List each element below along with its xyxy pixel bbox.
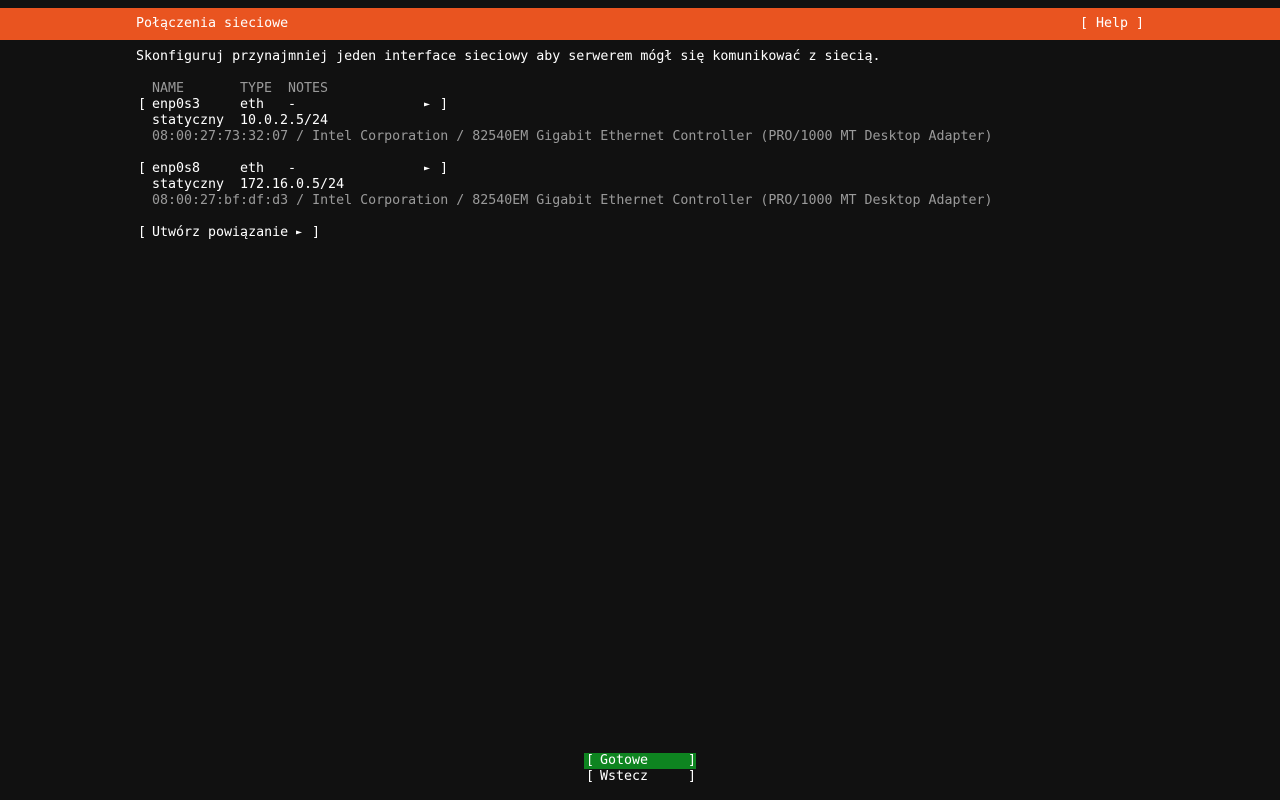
button-close-bracket: ] [688, 753, 697, 768]
row-close-bracket: ] [440, 97, 449, 112]
row-close-bracket: ] [440, 161, 449, 176]
interface-details: 08:00:27:73:32:07 / Intel Corporation / … [152, 129, 993, 144]
interface-address-row: statyczny 10.0.2.5/24 [136, 113, 536, 129]
table-header: NAME TYPE NOTES [136, 81, 536, 97]
help-button[interactable]: [ Help ] [1080, 16, 1144, 32]
create-bond-arrow-icon: ► [296, 227, 303, 238]
button-open-bracket: [ [138, 225, 147, 240]
button-open-bracket: [ [586, 769, 595, 784]
column-header-type: TYPE [240, 81, 273, 96]
top-strip [0, 0, 1280, 8]
interface-address-row: statyczny 172.16.0.5/24 [136, 177, 536, 193]
create-bond-button[interactable]: [ Utwórz powiązanie ► ] [136, 225, 326, 241]
done-label: Gotowe [600, 753, 649, 768]
page-title: Połączenia sieciowe [136, 16, 289, 31]
interface-row-enp0s8[interactable]: [ enp0s8 eth - ► ] [136, 161, 456, 177]
create-bond-label: Utwórz powiązanie [152, 225, 289, 240]
button-close-bracket: ] [312, 225, 321, 240]
interface-address: 10.0.2.5/24 [240, 113, 329, 128]
interface-type: eth [240, 97, 265, 112]
interface-mode: statyczny [152, 113, 225, 128]
button-open-bracket: [ [586, 753, 595, 768]
interface-row-enp0s3[interactable]: [ enp0s3 eth - ► ] [136, 97, 456, 113]
interface-address: 172.16.0.5/24 [240, 177, 345, 192]
interface-name: enp0s3 [152, 97, 201, 112]
interface-notes: - [288, 97, 297, 112]
expand-arrow-icon: ► [424, 99, 431, 110]
done-button[interactable]: [ Gotowe ] [584, 753, 696, 769]
row-open-bracket: [ [138, 97, 147, 112]
expand-arrow-icon: ► [424, 163, 431, 174]
interface-name: enp0s8 [152, 161, 201, 176]
back-label: Wstecz [600, 769, 649, 784]
instructions-text: Skonfiguruj przynajmniej jeden interface… [136, 49, 881, 64]
interface-mode: statyczny [152, 177, 225, 192]
column-header-notes: NOTES [288, 81, 329, 96]
back-button[interactable]: [ Wstecz ] [584, 769, 696, 785]
interface-notes: - [288, 161, 297, 176]
row-open-bracket: [ [138, 161, 147, 176]
interface-details: 08:00:27:bf:df:d3 / Intel Corporation / … [152, 193, 993, 208]
button-close-bracket: ] [688, 769, 697, 784]
column-header-name: NAME [152, 81, 185, 96]
header-bar: Połączenia sieciowe [ Help ] [0, 8, 1280, 40]
interface-type: eth [240, 161, 265, 176]
